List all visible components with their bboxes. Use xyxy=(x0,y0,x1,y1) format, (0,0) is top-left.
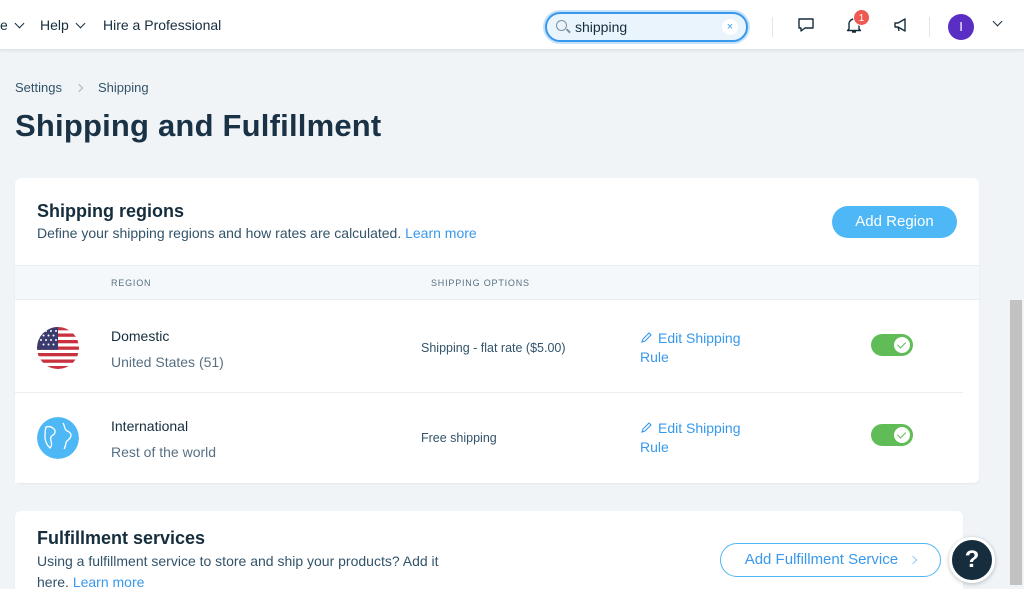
menu-partial[interactable]: e xyxy=(0,0,25,50)
chevron-down-icon[interactable] xyxy=(992,16,1003,27)
region-name: Domestic xyxy=(111,328,170,344)
top-bar: e Help Hire a Professional shipping × 1 … xyxy=(0,0,1024,50)
region-subtitle: Rest of the world xyxy=(111,444,217,460)
shipping-option: Free shipping xyxy=(421,431,497,445)
breadcrumb: Settings Shipping xyxy=(15,80,149,95)
fulfillment-services-title: Fulfillment services xyxy=(37,528,206,548)
column-header-shipping-options: SHIPPING OPTIONS xyxy=(431,278,530,288)
learn-more-link[interactable]: Learn more xyxy=(405,225,477,241)
region-toggle[interactable] xyxy=(871,424,913,446)
megaphone-icon[interactable] xyxy=(892,16,910,34)
shipping-regions-title: Shipping regions xyxy=(37,201,184,221)
learn-more-link[interactable]: Learn more xyxy=(73,574,145,589)
globe-icon xyxy=(37,417,79,459)
chevron-right-icon xyxy=(74,83,84,92)
region-name: International xyxy=(111,418,189,434)
check-icon xyxy=(894,427,910,443)
region-toggle[interactable] xyxy=(871,334,913,356)
shipping-regions-subtitle: Define your shipping regions and how rat… xyxy=(37,225,477,241)
scrollbar[interactable] xyxy=(1010,300,1022,585)
chat-icon[interactable] xyxy=(797,16,815,34)
divider xyxy=(929,17,930,37)
table-header: REGION SHIPPING OPTIONS xyxy=(15,265,979,300)
add-region-button[interactable]: Add Region xyxy=(832,206,957,238)
page-title: Shipping and Fulfillment xyxy=(15,108,382,143)
chevron-down-icon xyxy=(75,18,86,28)
fulfillment-services-subtitle: Using a fulfillment service to store and… xyxy=(37,553,439,589)
breadcrumb-shipping: Shipping xyxy=(97,80,149,95)
pencil-icon xyxy=(641,332,652,343)
add-fulfillment-service-button[interactable]: Add Fulfillment Service xyxy=(720,543,941,577)
us-flag-icon xyxy=(37,327,79,369)
clear-search-button[interactable]: × xyxy=(722,19,738,35)
breadcrumb-settings[interactable]: Settings xyxy=(15,80,62,95)
search-input[interactable]: shipping × xyxy=(545,12,748,42)
search-value: shipping xyxy=(575,19,628,35)
divider xyxy=(772,17,773,37)
edit-shipping-rule-link[interactable]: Edit Shipping Rule xyxy=(640,419,770,457)
chevron-right-icon xyxy=(909,555,918,565)
edit-shipping-rule-link[interactable]: Edit Shipping Rule xyxy=(640,329,770,367)
avatar[interactable]: I xyxy=(948,14,974,40)
pencil-icon xyxy=(641,422,652,433)
region-subtitle: United States (51) xyxy=(111,354,224,370)
shipping-option: Shipping - flat rate ($5.00) xyxy=(421,341,566,355)
chevron-down-icon xyxy=(14,18,25,28)
help-menu[interactable]: Help xyxy=(40,0,86,50)
help-button[interactable]: ? xyxy=(949,537,995,583)
notification-badge: 1 xyxy=(853,9,870,26)
check-icon xyxy=(894,337,910,353)
search-icon xyxy=(556,20,567,31)
column-header-region: REGION xyxy=(111,278,152,288)
hire-professional-link[interactable]: Hire a Professional xyxy=(103,0,221,50)
